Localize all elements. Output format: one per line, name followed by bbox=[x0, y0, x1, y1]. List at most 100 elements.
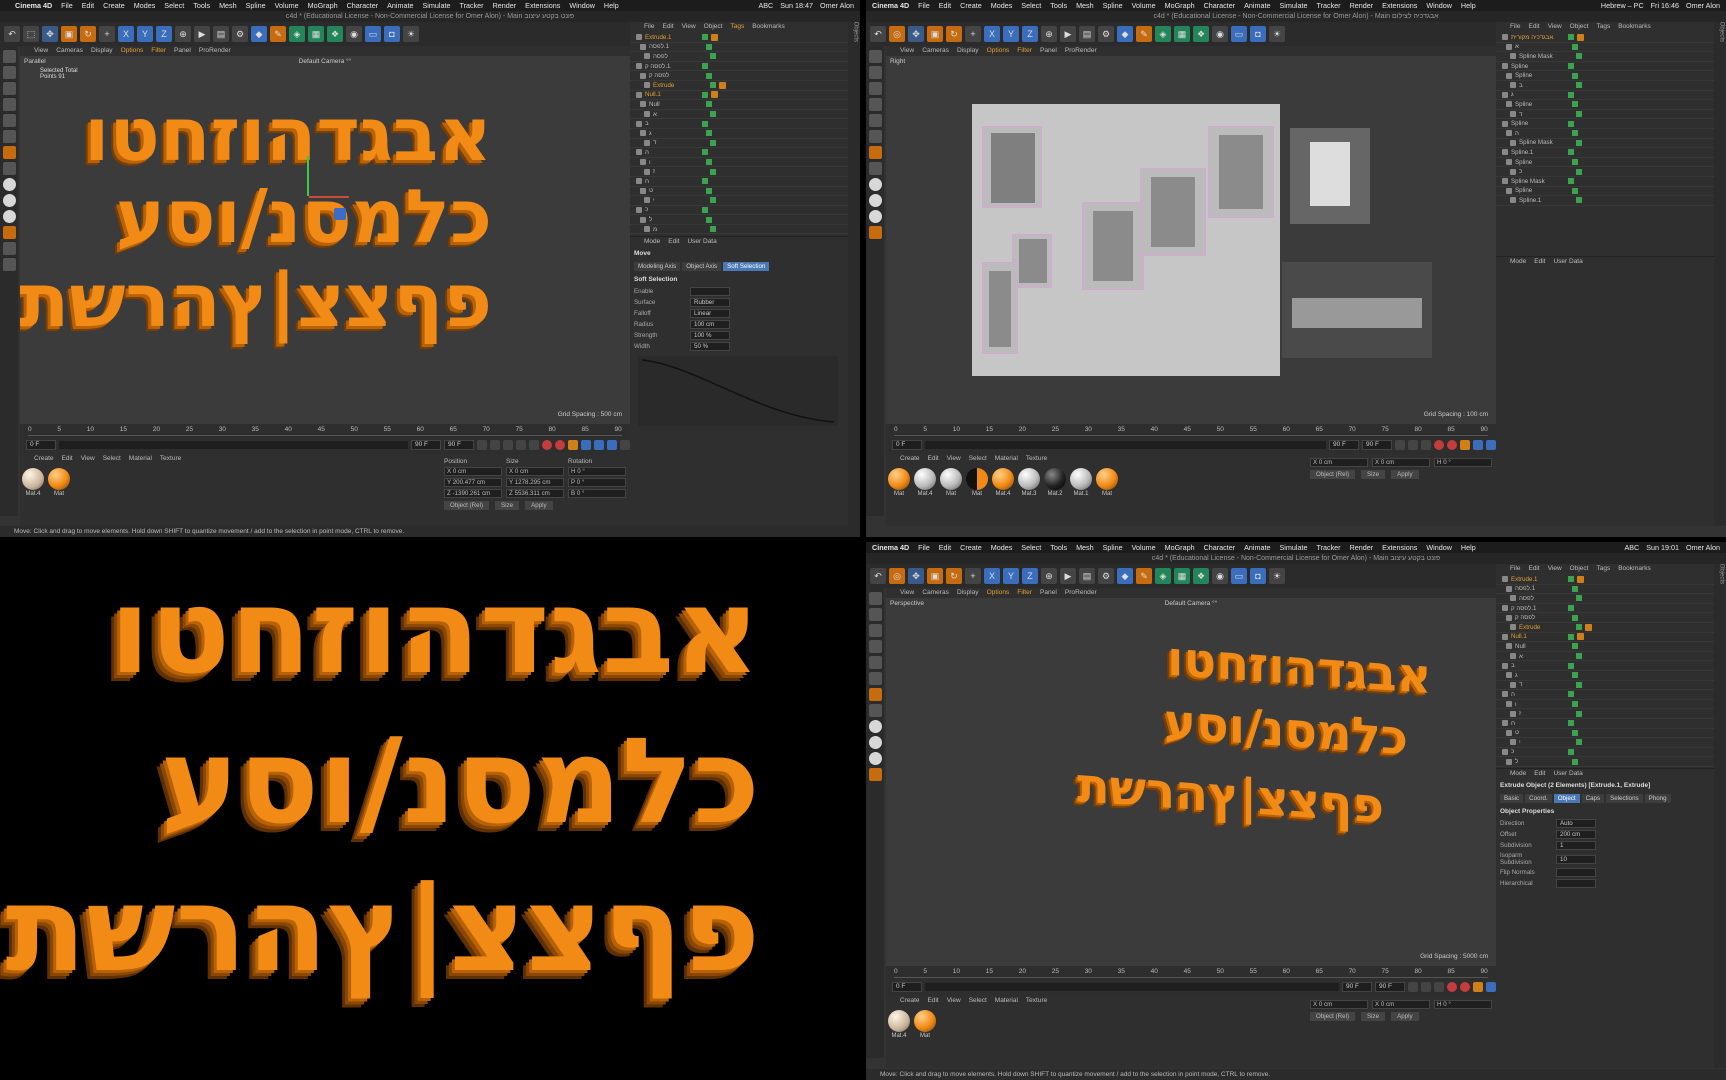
cube-icon[interactable]: ◆ bbox=[1117, 26, 1133, 42]
menu-select[interactable]: Select bbox=[1021, 543, 1041, 552]
menu-mesh[interactable]: Mesh bbox=[1076, 1, 1094, 10]
z-axis-icon[interactable]: Z bbox=[156, 26, 172, 42]
menu-extensions[interactable]: Extensions bbox=[1382, 543, 1417, 552]
attr-value-field[interactable]: 1 bbox=[1556, 841, 1596, 850]
menu-window[interactable]: Window bbox=[1426, 1, 1452, 10]
menu-tracker[interactable]: Tracker bbox=[1316, 543, 1340, 552]
attr-value-field[interactable]: 100 cm bbox=[690, 320, 730, 329]
menu-character[interactable]: Character bbox=[347, 1, 379, 10]
model-mode-icon[interactable] bbox=[2, 66, 16, 79]
mat-menu-create[interactable]: Create bbox=[900, 996, 920, 1006]
object-row[interactable]: ה bbox=[1496, 129, 1714, 139]
add-tool-icon[interactable]: + bbox=[965, 568, 981, 584]
tab-phong[interactable]: Phong bbox=[1644, 794, 1671, 803]
go-start-icon[interactable] bbox=[1408, 982, 1418, 992]
solo-icon[interactable] bbox=[868, 720, 882, 733]
render-settings-icon[interactable]: ⚙ bbox=[232, 26, 248, 42]
object-row[interactable]: מ bbox=[630, 225, 848, 235]
visibility-check-icon[interactable] bbox=[710, 82, 716, 89]
visibility-check-icon[interactable] bbox=[1572, 614, 1578, 621]
material-swatch[interactable]: Mat bbox=[1096, 468, 1118, 497]
coord-size-dropdown[interactable]: Size bbox=[495, 501, 520, 510]
mat-menu-select[interactable]: Select bbox=[969, 454, 987, 464]
attr-value-field[interactable] bbox=[1556, 879, 1596, 888]
menu-help[interactable]: Help bbox=[1461, 1, 1476, 10]
om-menu-object[interactable]: Object bbox=[1570, 22, 1589, 32]
material-swatch[interactable]: Mat.3 bbox=[1018, 468, 1040, 497]
max-frame-field[interactable]: 90 F bbox=[1362, 440, 1392, 450]
mat-menu-select[interactable]: Select bbox=[103, 454, 121, 464]
material-swatch[interactable]: Mat.2 bbox=[1044, 468, 1066, 497]
visibility-check-icon[interactable] bbox=[1576, 624, 1582, 631]
record-icon[interactable] bbox=[542, 440, 552, 450]
array-icon[interactable]: ▦ bbox=[308, 26, 324, 42]
vp-menu-prorender[interactable]: ProRender bbox=[199, 46, 231, 56]
tab-objects[interactable]: Objects bbox=[852, 22, 858, 42]
object-row[interactable]: Spline bbox=[1496, 100, 1714, 110]
solo-hier-icon[interactable] bbox=[2, 210, 16, 223]
attr-value-field[interactable]: Rubber bbox=[690, 298, 730, 307]
render-picture-icon[interactable]: ▤ bbox=[1079, 568, 1095, 584]
rot-key-icon[interactable] bbox=[594, 440, 604, 450]
tab-objects[interactable]: Objects bbox=[1718, 22, 1724, 42]
pen-icon[interactable]: ✎ bbox=[270, 26, 286, 42]
size-z-field[interactable]: Z 5536.311 cm bbox=[506, 489, 564, 498]
visibility-check-icon[interactable] bbox=[1576, 739, 1582, 746]
material-swatch[interactable]: Mat bbox=[966, 468, 988, 497]
object-row[interactable]: ח bbox=[630, 177, 848, 187]
visibility-check-icon[interactable] bbox=[1568, 63, 1574, 70]
solo-off-icon[interactable] bbox=[868, 736, 882, 749]
menu-select[interactable]: Select bbox=[1021, 1, 1041, 10]
solo-hier-icon[interactable] bbox=[868, 752, 882, 765]
vp-menu-display[interactable]: Display bbox=[957, 46, 979, 56]
rot-p-field[interactable]: P 0 ° bbox=[568, 478, 626, 487]
menu-help[interactable]: Help bbox=[604, 1, 619, 10]
menu-modes[interactable]: Modes bbox=[991, 1, 1013, 10]
cloner-icon[interactable]: ❖ bbox=[1193, 26, 1209, 42]
mat-menu-texture[interactable]: Texture bbox=[1026, 454, 1047, 464]
attr-menu-mode[interactable]: Mode bbox=[1510, 257, 1526, 267]
prev-key-icon[interactable] bbox=[490, 440, 500, 450]
object-row[interactable]: Null.1 bbox=[1496, 633, 1714, 643]
render-settings-icon[interactable]: ⚙ bbox=[1098, 26, 1114, 42]
visibility-check-icon[interactable] bbox=[1572, 130, 1578, 137]
camera-icon[interactable]: ◘ bbox=[384, 26, 400, 42]
solo-hier-icon[interactable] bbox=[868, 210, 882, 223]
workplane-icon[interactable] bbox=[868, 768, 882, 781]
object-row[interactable]: ז bbox=[630, 167, 848, 177]
object-row[interactable]: לפסה ק bbox=[1496, 613, 1714, 623]
om-menu-object[interactable]: Object bbox=[1570, 564, 1589, 574]
material-swatch[interactable]: Mat.4 bbox=[992, 468, 1014, 497]
menu-animate[interactable]: Animate bbox=[1244, 543, 1270, 552]
object-row[interactable]: 1.לפסה bbox=[630, 43, 848, 53]
visibility-check-icon[interactable] bbox=[710, 111, 716, 118]
material-tag-icon[interactable] bbox=[1577, 633, 1584, 641]
menu-edit[interactable]: Edit bbox=[939, 543, 951, 552]
x-axis-handle[interactable] bbox=[309, 196, 349, 198]
vp-menu-cameras[interactable]: Cameras bbox=[922, 588, 949, 598]
visibility-check-icon[interactable] bbox=[702, 120, 708, 127]
attr-menu-mode[interactable]: Mode bbox=[644, 237, 660, 247]
menu-help[interactable]: Help bbox=[1461, 543, 1476, 552]
attr-menu-userdata[interactable]: User Data bbox=[687, 237, 716, 247]
menu-file[interactable]: File bbox=[61, 1, 73, 10]
om-menu-bookmarks[interactable]: Bookmarks bbox=[752, 22, 785, 32]
play-icon[interactable] bbox=[1421, 982, 1431, 992]
visibility-check-icon[interactable] bbox=[1568, 605, 1574, 612]
object-row[interactable]: Spline Mask bbox=[1496, 52, 1714, 62]
coord-system-icon[interactable]: ⊕ bbox=[1041, 568, 1057, 584]
om-menu-view[interactable]: View bbox=[1548, 22, 1562, 32]
object-row[interactable]: ד bbox=[1496, 110, 1714, 120]
end-frame-field[interactable]: 90 F bbox=[1342, 982, 1372, 992]
size-x-field[interactable]: X 0 cm bbox=[506, 467, 564, 476]
menu-modes[interactable]: Modes bbox=[134, 1, 156, 10]
menu-tools[interactable]: Tools bbox=[1050, 1, 1067, 10]
object-row[interactable]: 1.לפסה bbox=[1496, 585, 1714, 595]
vp-menu-filter[interactable]: Filter bbox=[1017, 588, 1032, 598]
object-row[interactable]: ט bbox=[630, 187, 848, 197]
subdivision-icon[interactable]: ◈ bbox=[1155, 568, 1171, 584]
object-row[interactable]: Extrude.1 bbox=[1496, 575, 1714, 585]
visibility-check-icon[interactable] bbox=[702, 91, 708, 98]
menu-spline[interactable]: Spline bbox=[246, 1, 266, 10]
visibility-check-icon[interactable] bbox=[1568, 633, 1574, 640]
